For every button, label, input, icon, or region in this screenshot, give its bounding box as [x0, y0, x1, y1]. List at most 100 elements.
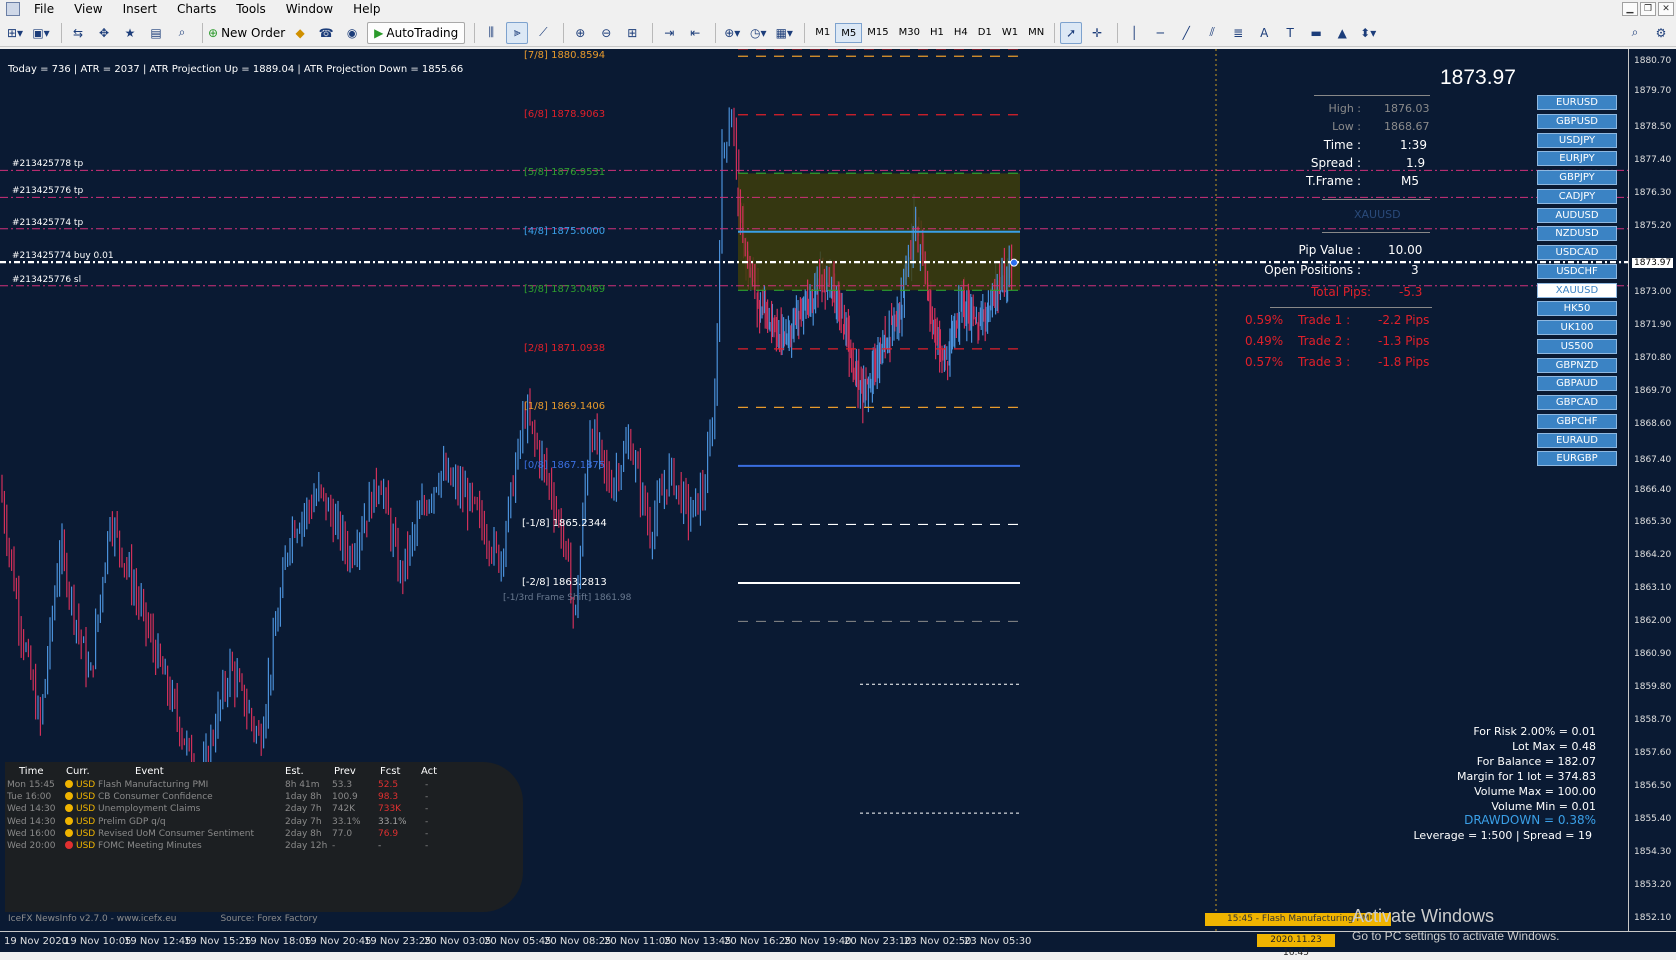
- news-prev: 77.0: [332, 828, 353, 839]
- symbol-button-eurjpy[interactable]: EURJPY: [1537, 151, 1617, 167]
- minimize-icon[interactable]: ▁: [1622, 2, 1638, 16]
- menu-charts[interactable]: Charts: [167, 0, 226, 18]
- timeframe-m1[interactable]: M1: [810, 23, 835, 43]
- timeframe-m5[interactable]: M5: [835, 22, 863, 43]
- symbol-button-hk50[interactable]: HK50: [1537, 301, 1617, 317]
- indicators-icon[interactable]: ⊕▾: [721, 22, 743, 44]
- symbol-button-xauusd[interactable]: XAUUSD: [1537, 282, 1617, 298]
- symbol-button-usdchf[interactable]: USDCHF: [1537, 263, 1617, 279]
- restore-icon[interactable]: ❐: [1640, 2, 1656, 16]
- candlestick-icon[interactable]: ⫸: [506, 21, 529, 44]
- crosshair-icon[interactable]: ✛: [1086, 22, 1108, 44]
- zoom-out-icon[interactable]: ⊖: [595, 22, 617, 44]
- news-currency: USD: [65, 841, 95, 851]
- symbol-button-eurusd[interactable]: EURUSD: [1537, 95, 1617, 110]
- symbol-button-uk100[interactable]: UK100: [1537, 320, 1617, 335]
- market-watch-icon[interactable]: ⇆: [67, 22, 89, 44]
- terminal-icon[interactable]: ▤: [145, 22, 167, 44]
- news-time: Wed 20:00: [7, 841, 56, 851]
- tile-windows-icon[interactable]: ⊞: [621, 22, 643, 44]
- chart-shift-icon[interactable]: ⇤: [684, 22, 706, 44]
- symbol-button-cadjpy[interactable]: CADJPY: [1537, 188, 1617, 204]
- templates-icon[interactable]: ▦▾: [773, 22, 795, 44]
- menu-file[interactable]: File: [24, 0, 64, 18]
- data-window-icon[interactable]: ✥: [93, 22, 115, 44]
- total-pips-label: Total Pips:: [1311, 285, 1372, 299]
- time-label: Time :: [1323, 138, 1361, 152]
- zoom-in-icon[interactable]: ⊕: [569, 22, 591, 44]
- time-tick: 20 Nov 11:05: [604, 936, 672, 947]
- trade-pips: -2.2 Pips: [1378, 313, 1430, 327]
- news-fcst: 733K: [378, 804, 402, 815]
- autotrading-button[interactable]: ▶ AutoTrading: [367, 21, 466, 44]
- timeframe-h1[interactable]: H1: [925, 23, 949, 43]
- settings-icon[interactable]: ⚙: [1650, 22, 1672, 44]
- money-management-line: Volume Max = 100.00: [1474, 785, 1596, 798]
- murrey-label: [5/8] 1876.9531: [524, 167, 606, 179]
- timeframe-w1[interactable]: W1: [997, 23, 1023, 43]
- divider: [1314, 95, 1430, 96]
- symbol-button-usdjpy[interactable]: USDJPY: [1537, 132, 1617, 148]
- menu-help[interactable]: Help: [343, 0, 390, 18]
- timeframe-mn[interactable]: MN: [1023, 23, 1049, 43]
- time-tick: 20 Nov 05:45: [484, 936, 552, 947]
- activate-windows-watermark: Activate Windows Go to PC settings to ac…: [1352, 906, 1559, 943]
- metaeditor-icon[interactable]: ◆: [289, 22, 311, 44]
- impact-dot-icon: [65, 828, 73, 837]
- fibonacci-icon[interactable]: ≣: [1227, 22, 1249, 44]
- impact-dot-icon: [65, 816, 73, 825]
- text-label-icon[interactable]: T: [1279, 22, 1301, 44]
- profiles-icon[interactable]: ▣▾: [30, 22, 52, 44]
- price-tick: 1862.00: [1634, 616, 1672, 627]
- current-price-marker: [1010, 258, 1018, 267]
- arrows-icon[interactable]: ⬍▾: [1357, 22, 1379, 44]
- equidistant-channel-icon[interactable]: ⫽: [1201, 22, 1223, 44]
- rectangle-icon[interactable]: ▬: [1305, 22, 1327, 44]
- symbol-button-eurgbp[interactable]: EURGBP: [1537, 451, 1617, 467]
- symbol-button-nzdusd[interactable]: NZDUSD: [1537, 226, 1617, 242]
- symbol-button-gbpaud[interactable]: GBPAUD: [1537, 376, 1617, 392]
- price-tick: 1864.20: [1634, 550, 1672, 561]
- vertical-line-icon[interactable]: │: [1123, 22, 1145, 44]
- timeframe-h4[interactable]: H4: [949, 23, 973, 43]
- navigator-icon[interactable]: ★: [119, 22, 141, 44]
- strategy-tester-icon[interactable]: ⌕: [171, 22, 193, 44]
- cursor-icon[interactable]: ➚: [1060, 21, 1083, 44]
- news-prev: 33.1%: [332, 816, 361, 827]
- symbol-button-audusd[interactable]: AUDUSD: [1537, 207, 1617, 223]
- auto-scroll-icon[interactable]: ⇥: [658, 22, 680, 44]
- symbol-button-gbpcad[interactable]: GBPCAD: [1537, 395, 1617, 410]
- bar-chart-icon[interactable]: ⫼: [480, 22, 502, 44]
- price-tick: 1865.30: [1634, 517, 1672, 528]
- news-time: Mon 15:45: [7, 780, 55, 790]
- menu-view[interactable]: View: [64, 0, 112, 18]
- menu-insert[interactable]: Insert: [113, 0, 167, 18]
- symbol-button-usdcad[interactable]: USDCAD: [1537, 245, 1617, 260]
- symbol-button-gbpchf[interactable]: GBPCHF: [1537, 413, 1617, 429]
- symbol-button-gbpjpy[interactable]: GBPJPY: [1537, 170, 1617, 185]
- line-chart-icon[interactable]: ⟋: [532, 22, 554, 44]
- periods-icon[interactable]: ◷▾: [747, 22, 769, 44]
- timeframe-d1[interactable]: D1: [973, 23, 997, 43]
- news-footer: IceFX NewsInfo v2.7.0 - www.icefx.eu Sour…: [8, 914, 318, 924]
- new-order-button[interactable]: ⊕ New Order: [208, 22, 285, 44]
- timeframe-m30[interactable]: M30: [894, 23, 925, 43]
- new-chart-icon[interactable]: ⊞▾: [4, 22, 26, 44]
- leverage-spread: Leverage = 1:500 | Spread = 19: [1413, 829, 1592, 842]
- symbol-button-gbpusd[interactable]: GBPUSD: [1537, 113, 1617, 129]
- close-icon[interactable]: ✕: [1658, 2, 1674, 16]
- triangle-icon[interactable]: ▲: [1331, 22, 1353, 44]
- symbol-button-euraud[interactable]: EURAUD: [1537, 432, 1617, 448]
- vps-icon[interactable]: ◉: [341, 22, 363, 44]
- symbol-button-us500[interactable]: US500: [1537, 338, 1617, 354]
- horizontal-line-icon[interactable]: ─: [1149, 22, 1171, 44]
- timeframe-m15[interactable]: M15: [862, 23, 893, 43]
- trendline-icon[interactable]: ╱: [1175, 22, 1197, 44]
- time-tick: 19 Nov 10:05: [64, 936, 132, 947]
- menu-tools[interactable]: Tools: [226, 0, 276, 18]
- menu-window[interactable]: Window: [276, 0, 343, 18]
- text-icon[interactable]: A: [1253, 22, 1275, 44]
- signals-icon[interactable]: ☎: [315, 22, 337, 44]
- symbol-button-gbpnzd[interactable]: GBPNZD: [1537, 357, 1617, 373]
- search-icon[interactable]: ⌕: [1624, 22, 1646, 44]
